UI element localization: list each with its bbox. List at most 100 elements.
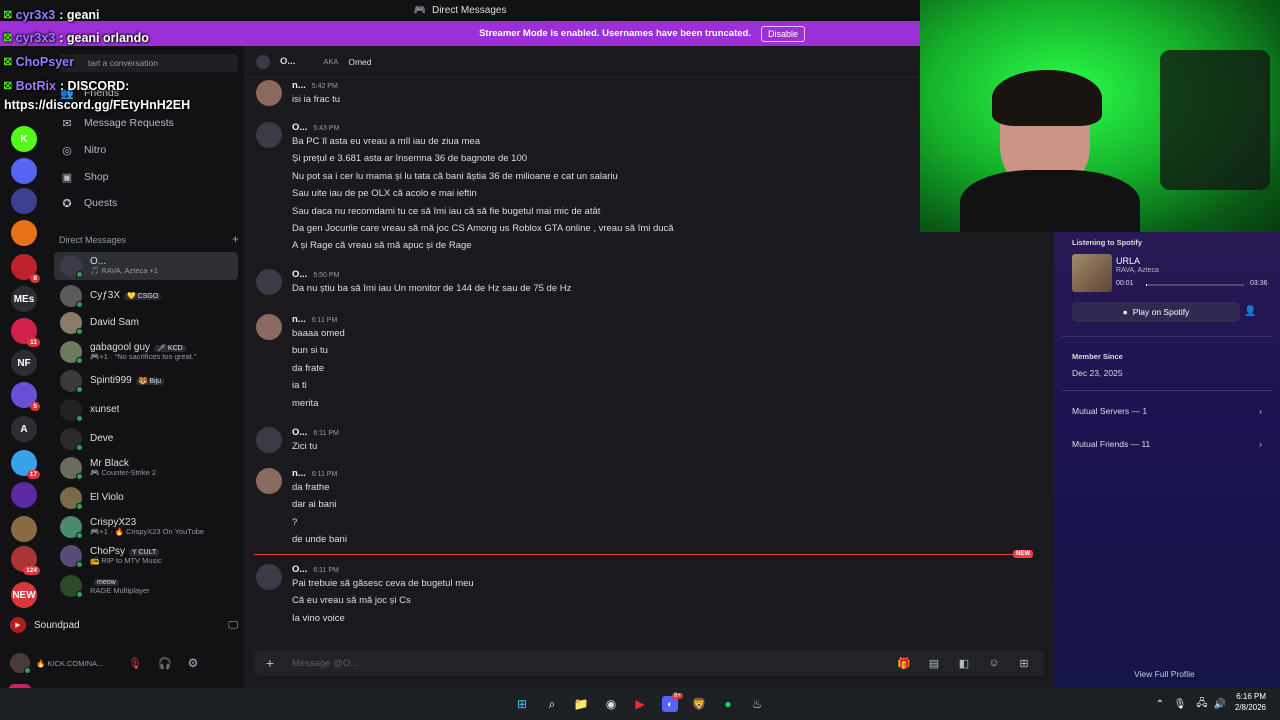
message-line: de unde bani [292, 534, 347, 546]
server-label: A [20, 423, 28, 435]
file-explorer-icon[interactable]: 📁 [573, 696, 589, 712]
server-icon[interactable]: MEs [11, 286, 37, 312]
gift-icon[interactable]: 🎁 [896, 657, 912, 670]
server-icon[interactable]: K [11, 126, 37, 152]
settings-gear-icon[interactable]: ⚙ [188, 656, 199, 670]
obs-icon[interactable]: ◉ [603, 696, 619, 712]
track-progress-bar [1146, 284, 1244, 286]
message-avatar[interactable] [256, 427, 282, 453]
windows-start-icon[interactable]: ⊞ [514, 696, 530, 712]
nav-nitro[interactable]: ◎ Nitro [60, 143, 106, 157]
volume-icon[interactable]: 🔊 [1212, 696, 1228, 712]
message-author[interactable]: O... [292, 564, 307, 575]
message-author[interactable]: n... [292, 80, 306, 91]
disable-streamer-mode-button[interactable]: Disable [760, 25, 805, 42]
dm-name-text: Cyƒ3X [90, 290, 121, 302]
stream-chat-message: ⛝ ChoPsyer [4, 55, 74, 69]
dm-item[interactable]: David Sam [54, 309, 238, 337]
quests-icon: ✪ [62, 197, 72, 210]
server-icon[interactable]: NF [11, 350, 37, 376]
message-author[interactable]: O... [292, 269, 307, 280]
server-icon[interactable] [11, 220, 37, 246]
dm-item[interactable]: ChoPsy Y CULT 📻 RIP to MTV Music [54, 542, 238, 570]
message-input[interactable] [292, 657, 882, 669]
search-conversation-button[interactable]: tart a conversation [58, 54, 238, 72]
dm-item[interactable]: xunset [54, 396, 238, 424]
server-icon[interactable]: 11 [11, 318, 40, 347]
dm-item[interactable]: gabagool guy 🗡 KCD 🎮+1 · "No sacrifices to… [54, 338, 238, 366]
network-icon[interactable]: 🖧 [1194, 696, 1210, 712]
shop-icon: ▣ [61, 171, 73, 184]
server-icon[interactable]: 5 [11, 382, 40, 411]
soundpad-bar[interactable]: ▶ Soundpad 🖵 [10, 614, 238, 636]
mute-icon[interactable]: 🎙 [128, 657, 142, 670]
dm-item[interactable]: Deve [54, 425, 238, 453]
message-author[interactable]: O... [292, 122, 307, 133]
message-author[interactable]: n... [292, 468, 306, 479]
message-avatar[interactable] [256, 269, 282, 295]
deafen-icon[interactable]: 🎧 [158, 657, 172, 670]
microphone-tray-icon[interactable]: 🎙 [1172, 696, 1188, 712]
brave-icon[interactable]: 🦁 [691, 696, 707, 712]
nav-quests[interactable]: ✪ Quests [60, 196, 117, 210]
message-avatar[interactable] [256, 80, 282, 106]
divider [1062, 336, 1272, 337]
message-line: Zici tu [292, 441, 318, 452]
message-avatar[interactable] [256, 122, 282, 148]
dm-item[interactable]: Cyƒ3X 💛 CSGO [54, 282, 238, 310]
server-icon[interactable]: 124 [11, 546, 40, 575]
stream-chat-message: ⛝ cyr3x3: geani orlando [4, 31, 149, 45]
gif-icon[interactable]: ▤ [926, 657, 942, 670]
nav-message-requests[interactable]: ✉ Message Requests [60, 116, 174, 130]
message-line: Ia vino voice [292, 612, 345, 624]
attach-plus-icon[interactable]: + [262, 655, 278, 671]
server-icon[interactable]: NEW [11, 582, 37, 608]
new-dm-button[interactable]: + [232, 232, 239, 246]
dm-item[interactable]: O... 🎵 RAVA, Azteca +1 [54, 252, 238, 280]
emoji-icon[interactable]: ☺ [986, 657, 1002, 669]
dm-name-text: O... [90, 255, 107, 267]
clock[interactable]: 6:16 PM 2/8/2026 [1235, 692, 1266, 714]
server-icon[interactable] [11, 158, 37, 184]
play-on-spotify-button[interactable]: ● Play on Spotify [1072, 302, 1240, 322]
screen-share-icon[interactable]: 🖵 [228, 620, 238, 631]
message-author[interactable]: O... [292, 427, 307, 438]
new-messages-badge: NEW [1013, 550, 1033, 558]
nav-shop[interactable]: ▣ Shop [60, 170, 109, 184]
dm-status: 🎮+1 · 🔥 CrispyX23 On YouTube [90, 527, 205, 537]
steam-icon[interactable]: ♨ [749, 696, 765, 712]
dm-avatar [60, 487, 83, 510]
spotify-taskbar-icon[interactable]: ● [720, 696, 736, 712]
server-icon[interactable] [11, 516, 37, 542]
apps-icon[interactable]: ⊞ [1016, 657, 1032, 670]
message-line: ia ti [292, 380, 307, 392]
search-icon[interactable]: ⌕ [544, 696, 560, 712]
message-group: n... 6:11 PM baaaa omed bun si tu da frate ia… [254, 314, 1034, 421]
chat-header-avatar[interactable] [256, 54, 270, 69]
server-icon[interactable]: 8 [11, 254, 40, 283]
message-avatar[interactable] [256, 314, 282, 340]
message-author[interactable]: n... [292, 314, 306, 325]
dm-item[interactable]: meow RAGE Multiplayer [54, 572, 238, 600]
dm-item[interactable]: CrispyX23 🎮+1 · 🔥 CrispyX23 On YouTube [54, 513, 238, 541]
mutual-servers-row[interactable]: Mutual Servers — 1 › [1072, 406, 1262, 416]
dm-name: David Sam [90, 317, 139, 329]
dm-item[interactable]: Spinti999 🐯 Biju [54, 367, 238, 395]
tray-chevron-icon[interactable]: ⌃ [1152, 696, 1168, 712]
clock-time: 6:16 PM [1236, 692, 1266, 701]
mutual-friends-row[interactable]: Mutual Friends — 11 › [1072, 439, 1262, 449]
sticker-icon[interactable]: ◧ [956, 657, 972, 670]
message-avatar[interactable] [256, 564, 282, 590]
view-full-profile-link[interactable]: View Full Profile [1134, 669, 1195, 679]
dm-item[interactable]: El Violo [54, 484, 238, 512]
server-icon[interactable]: A [11, 416, 37, 442]
server-icon[interactable] [11, 188, 37, 214]
message-avatar[interactable] [256, 468, 282, 494]
server-icon[interactable] [11, 482, 37, 508]
chat-header-aka: AKA [323, 57, 339, 66]
invite-to-listen-icon[interactable]: 👤 [1244, 306, 1256, 317]
youtube-icon[interactable]: ▶ [632, 696, 648, 712]
dm-item[interactable]: Mr Black 🎮 Counter-Strike 2 [54, 454, 238, 482]
user-avatar[interactable] [10, 653, 31, 674]
server-icon[interactable]: 17 [11, 450, 40, 479]
